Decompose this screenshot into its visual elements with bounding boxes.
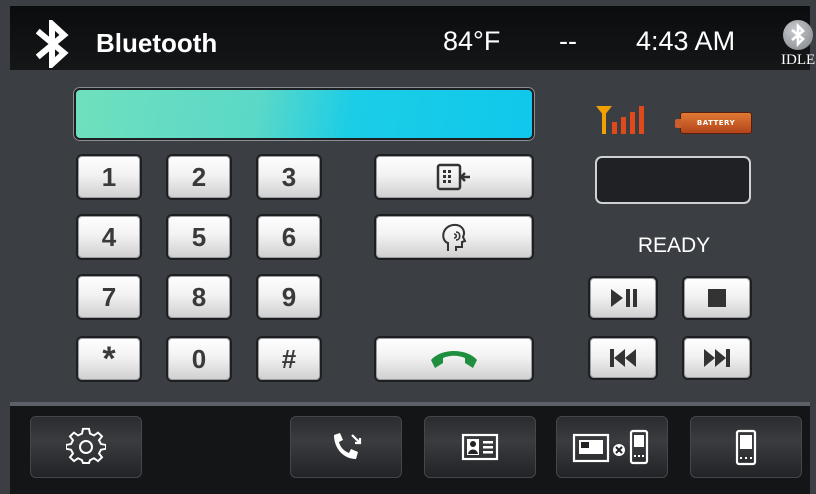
phone-transfer-icon [436, 163, 470, 191]
bluetooth-icon [36, 20, 69, 68]
previous-track-icon [610, 349, 636, 367]
contacts-icon [461, 433, 499, 461]
bluetooth-screen: Bluetooth 84°F -- 4:43 AM IDLE 1 2 3 4 5… [0, 0, 816, 494]
phone-device-button[interactable] [690, 416, 802, 478]
clock: 4:43 AM [636, 26, 736, 56]
page-title: Bluetooth [96, 28, 218, 58]
key-0[interactable]: 0 [166, 336, 232, 382]
disconnect-device-button[interactable] [556, 416, 668, 478]
transfer-button[interactable] [374, 154, 534, 200]
status-header: Bluetooth 84°F -- 4:43 AM IDLE [10, 6, 815, 70]
caller-id-display [595, 156, 751, 204]
contacts-button[interactable] [424, 416, 536, 478]
stop-icon [708, 289, 726, 307]
key-9[interactable]: 9 [256, 274, 322, 320]
signal-strength-icon [596, 106, 644, 134]
key-3[interactable]: 3 [256, 154, 322, 200]
separator-text: -- [559, 26, 577, 56]
stop-button[interactable] [682, 276, 752, 320]
connection-status: READY [637, 234, 711, 257]
bluetooth-status-icon [783, 20, 813, 50]
key-6[interactable]: 6 [256, 214, 322, 260]
key-7[interactable]: 7 [76, 274, 142, 320]
call-handset-icon [431, 351, 477, 368]
key-star[interactable]: * [76, 336, 142, 382]
play-pause-icon [611, 289, 637, 307]
battery-label: BATTERY [696, 119, 736, 127]
battery-icon: BATTERY [675, 112, 752, 134]
voice-dial-icon [442, 223, 467, 251]
settings-button[interactable] [30, 416, 142, 478]
key-2[interactable]: 2 [166, 154, 232, 200]
call-log-button[interactable] [290, 416, 402, 478]
gear-icon [66, 427, 106, 464]
key-hash[interactable]: # [256, 336, 322, 382]
voice-dial-button[interactable] [374, 214, 534, 260]
device-disconnect-icon [572, 429, 649, 465]
call-log-icon [334, 433, 362, 459]
temperature-readout: 84°F [443, 26, 501, 56]
key-8[interactable]: 8 [166, 274, 232, 320]
key-4[interactable]: 4 [76, 214, 142, 260]
previous-track-button[interactable] [588, 336, 658, 380]
bluetooth-state-label: IDLE [781, 52, 816, 68]
mobile-phone-icon [735, 429, 757, 466]
next-track-button[interactable] [682, 336, 752, 380]
number-display [74, 88, 534, 140]
key-1[interactable]: 1 [76, 154, 142, 200]
next-track-icon [704, 349, 730, 367]
call-button[interactable] [374, 336, 534, 382]
key-5[interactable]: 5 [166, 214, 232, 260]
bluetooth-status-indicator: IDLE [776, 20, 816, 72]
play-pause-button[interactable] [588, 276, 658, 320]
